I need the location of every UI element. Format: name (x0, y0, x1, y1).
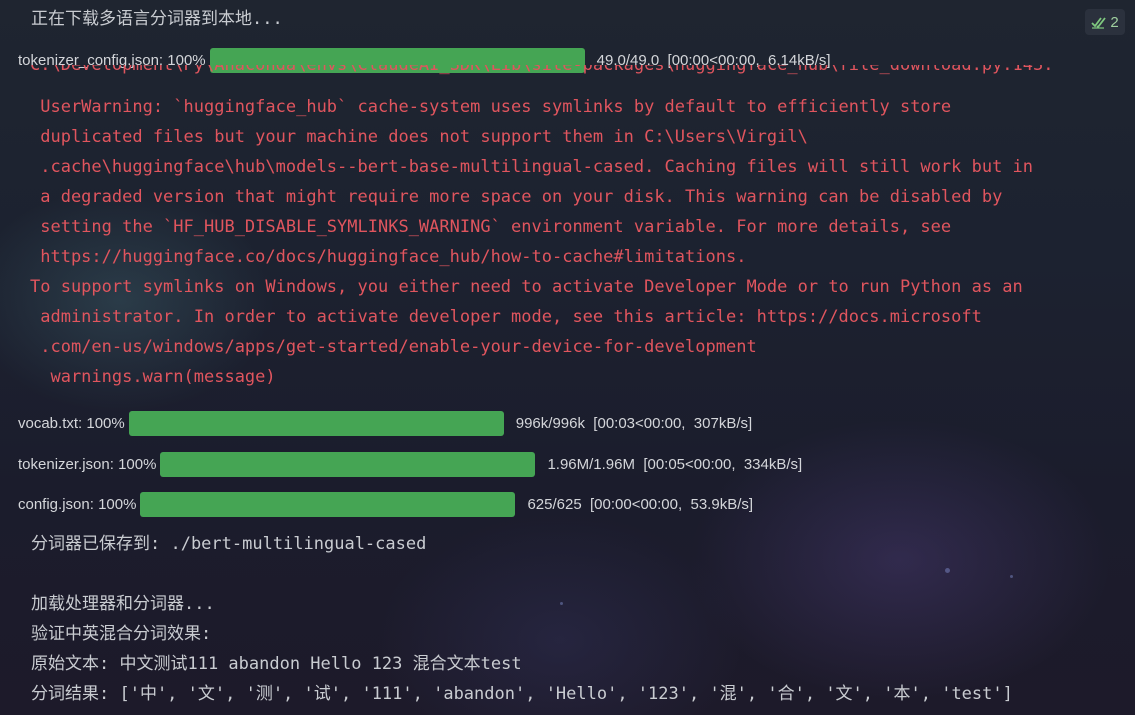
background-light-dot (1010, 575, 1013, 578)
warning-cut-line: C:\Development\Py\Anaconda\envs\ClaudeAI… (30, 65, 1054, 75)
warning-line: To support symlinks on Windows, you eith… (30, 277, 1023, 297)
warning-line: duplicated files but your machine does n… (30, 127, 808, 147)
progress-bar (160, 451, 536, 477)
warning-line: administrator. In order to activate deve… (30, 307, 982, 327)
progress-file-name: config.json: (18, 495, 94, 513)
progress-file-name: tokenizer.json: (18, 455, 114, 473)
warning-line: warnings.warn(message) (30, 367, 276, 387)
progress-percent: 100% (118, 455, 157, 473)
output-line: 验证中英混合分词效果: (31, 624, 212, 644)
output-line: 分词器已保存到: ./bert-multilingual-cased (31, 534, 427, 554)
progress-bar (140, 491, 516, 517)
progress-percent: 100% (98, 495, 137, 513)
progress-percent: 100% (86, 414, 125, 432)
progress-file-name: vocab.txt: (18, 414, 83, 432)
warning-line: .cache\huggingface\hub\models--bert-base… (30, 157, 1034, 177)
progress-row-tokenizer-json: tokenizer.json: 100% 1.96M/1.96M [00:05<… (18, 451, 802, 477)
progress-stats: 1.96M/1.96M [00:05<00:00, 334kB/s] (547, 455, 803, 473)
output-line: 加载处理器和分词器... (31, 594, 215, 614)
output-line: 原始文本: 中文测试111 abandon Hello 123 混合文本test (31, 654, 522, 674)
warning-line: a degraded version that might require mo… (30, 187, 1003, 207)
background-light-dot (560, 602, 563, 605)
output-line: 分词结果: ['中', '文', '测', '试', '111', 'aband… (31, 684, 1013, 704)
warning-line: UserWarning: `huggingface_hub` cache-sys… (30, 97, 952, 117)
background-light-dot (945, 568, 950, 573)
double-check-icon (1091, 17, 1107, 29)
progress-bar (128, 410, 504, 436)
warning-line: https://huggingface.co/docs/huggingface_… (30, 247, 747, 267)
progress-row-vocab: vocab.txt: 100% 996k/996k [00:03<00:00, … (18, 410, 752, 436)
status-badge-count: 2 (1110, 13, 1119, 31)
warning-line: .com/en-us/windows/apps/get-started/enab… (30, 337, 757, 357)
warning-line: setting the `HF_HUB_DISABLE_SYMLINKS_WAR… (30, 217, 952, 237)
output-header-line: 正在下载多语言分词器到本地... (31, 9, 283, 29)
progress-stats: 996k/996k [00:03<00:00, 307kB/s] (515, 414, 753, 432)
status-badge[interactable]: 2 (1085, 9, 1125, 35)
progress-stats: 625/625 [00:00<00:00, 53.9kB/s] (527, 495, 754, 513)
progress-row-config-json: config.json: 100% 625/625 [00:00<00:00, … (18, 491, 753, 517)
